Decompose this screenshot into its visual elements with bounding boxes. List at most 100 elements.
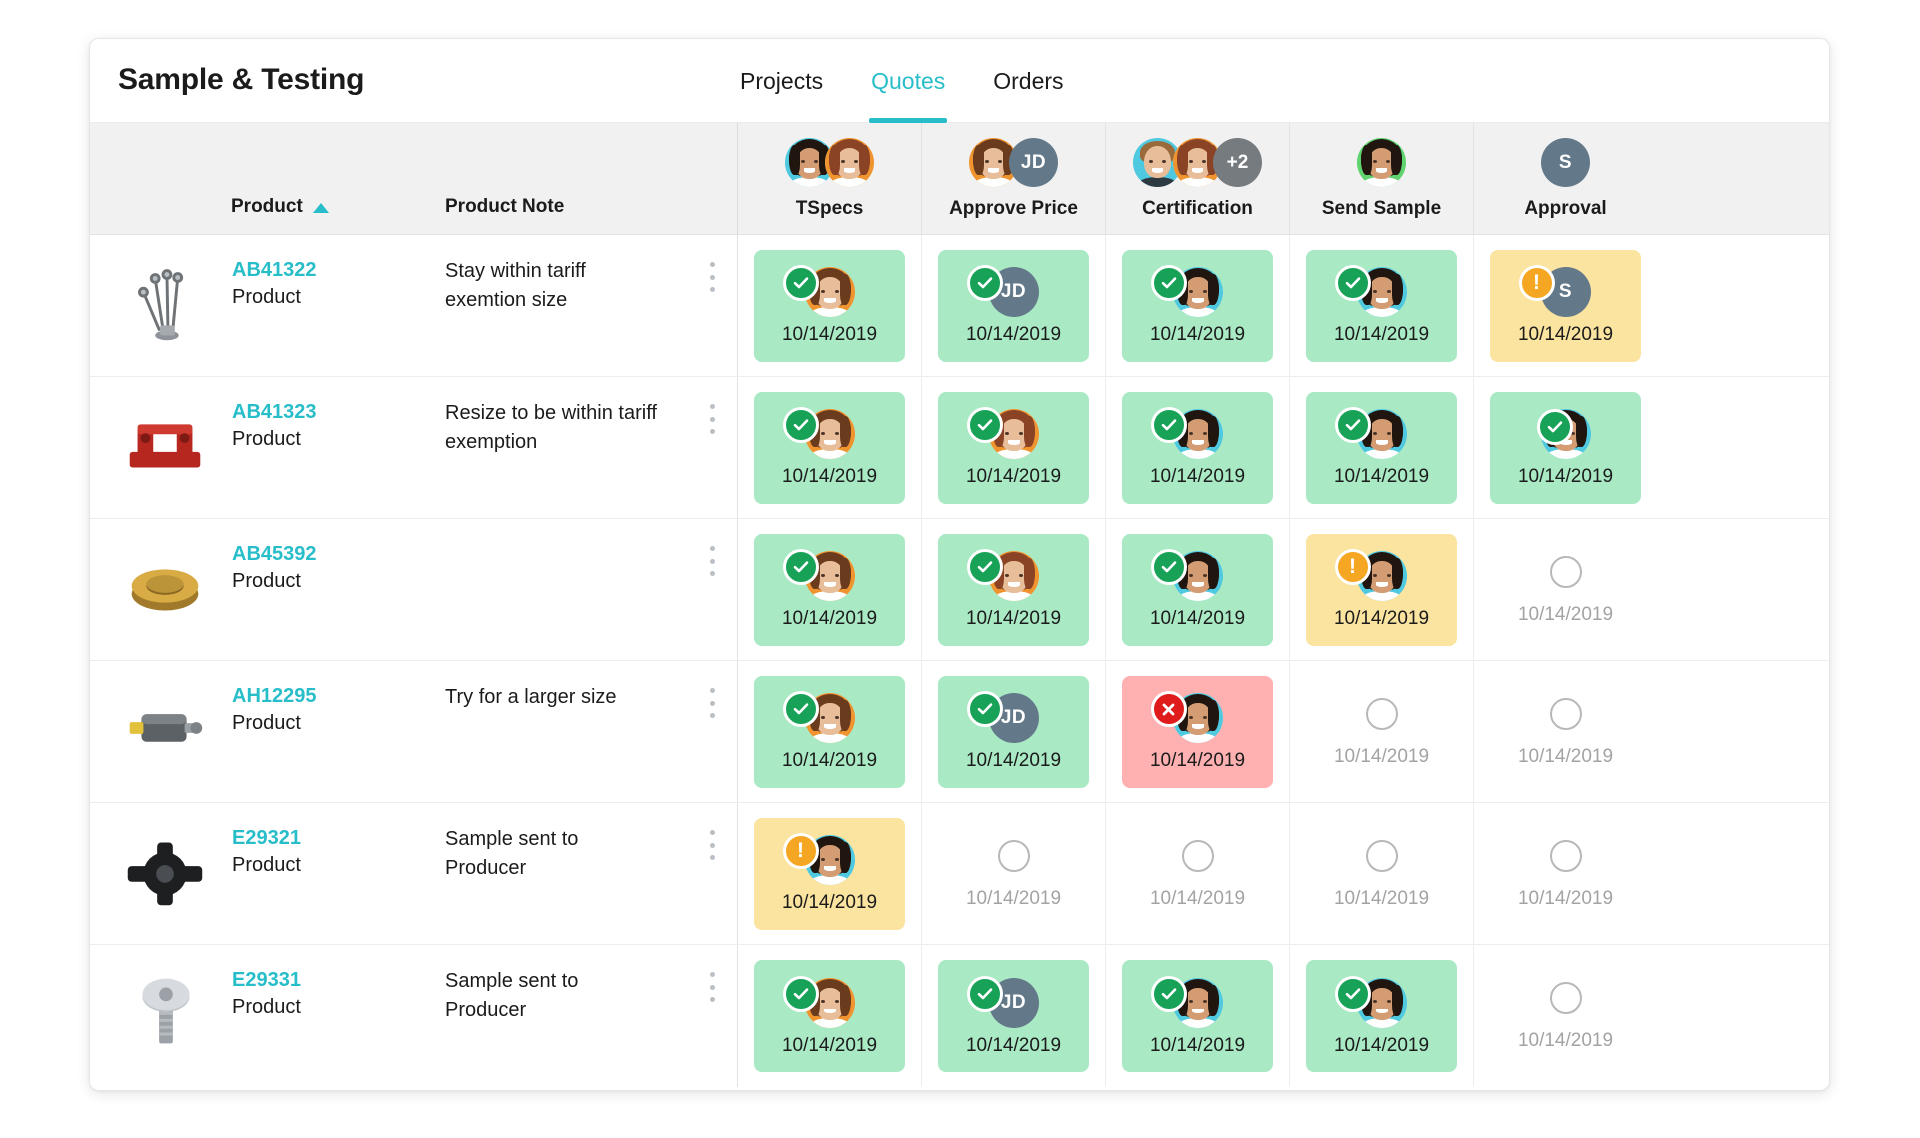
product-cell: AB45392 Product xyxy=(90,519,445,660)
column-header-send-sample[interactable]: Send Sample xyxy=(1289,123,1473,234)
row-overflow-menu-icon[interactable] xyxy=(701,685,723,721)
status-chip-done[interactable]: 10/14/2019 xyxy=(1490,391,1641,504)
status-avatar-group xyxy=(966,549,1039,601)
status-chip-done[interactable]: 10/14/2019 xyxy=(754,391,905,504)
status-chip-empty: 10/14/2019 xyxy=(1306,676,1457,788)
status-chip-empty: 10/14/2019 xyxy=(1490,818,1641,930)
status-cell-tspecs: 10/14/2019 xyxy=(737,661,921,802)
column-header-certification[interactable]: +2 Certification xyxy=(1105,123,1289,234)
empty-circle-icon xyxy=(1365,697,1398,730)
status-cell-certification: 10/14/2019 xyxy=(1105,661,1289,802)
avatar-overflow-count: +2 xyxy=(1213,138,1262,187)
status-avatar-group: ! S xyxy=(1518,265,1591,317)
row-overflow-menu-icon[interactable] xyxy=(701,827,723,863)
tab-projects[interactable]: Projects xyxy=(738,39,825,123)
avatar-stack[interactable]: S xyxy=(1541,138,1590,187)
status-date: 10/14/2019 xyxy=(781,608,878,629)
status-chip-error[interactable]: 10/14/2019 xyxy=(1122,675,1273,788)
status-chip-done[interactable]: 10/14/2019 xyxy=(1306,391,1457,504)
avatar-stack[interactable]: JD xyxy=(969,138,1058,187)
status-chip-done[interactable]: 10/14/2019 xyxy=(754,960,905,1072)
product-id-link[interactable]: AB41322 xyxy=(232,257,317,284)
tab-orders[interactable]: Orders xyxy=(991,39,1065,123)
product-note-cell: Sample sent to Producer xyxy=(445,803,737,944)
status-chip-done[interactable]: 10/14/2019 xyxy=(1306,249,1457,362)
row-overflow-menu-icon[interactable] xyxy=(701,401,723,437)
status-date: 10/14/2019 xyxy=(1517,1030,1614,1051)
status-date: 10/14/2019 xyxy=(1149,750,1246,771)
status-chip-done[interactable]: JD 10/14/2019 xyxy=(938,675,1089,788)
status-date: 10/14/2019 xyxy=(965,750,1062,771)
status-avatar-group xyxy=(1536,409,1591,459)
status-chip-done[interactable]: 10/14/2019 xyxy=(754,249,905,362)
hex-bolt-icon xyxy=(116,963,214,1061)
check-icon xyxy=(1334,265,1371,301)
product-id-link[interactable]: E29321 xyxy=(232,825,301,852)
status-chip-done[interactable]: JD 10/14/2019 xyxy=(938,249,1089,362)
status-avatar-group xyxy=(782,691,855,743)
status-cell-approve-price: 10/14/2019 xyxy=(921,377,1105,518)
status-cell-approve-price: JD 10/14/2019 xyxy=(921,235,1105,376)
status-chip-done[interactable]: 10/14/2019 xyxy=(938,391,1089,504)
check-icon xyxy=(782,549,819,585)
status-chip-done[interactable]: 10/14/2019 xyxy=(1122,391,1273,504)
status-cell-approve-price: JD 10/14/2019 xyxy=(921,945,1105,1087)
product-id-link[interactable]: E29331 xyxy=(232,967,301,994)
empty-circle-icon xyxy=(1549,697,1582,730)
product-cell: E29331 Product xyxy=(90,945,445,1087)
status-chip-done[interactable]: 10/14/2019 xyxy=(938,533,1089,646)
product-note-cell: Stay within tariff exemtion size xyxy=(445,235,737,376)
status-chip-done[interactable]: 10/14/2019 xyxy=(754,675,905,788)
product-subtitle: Product xyxy=(232,854,301,876)
status-chip-done[interactable]: 10/14/2019 xyxy=(754,533,905,646)
status-chip-done[interactable]: 10/14/2019 xyxy=(1122,249,1273,362)
status-chip-done[interactable]: 10/14/2019 xyxy=(1306,960,1457,1072)
check-icon xyxy=(782,407,819,443)
status-cell-certification: 10/14/2019 xyxy=(1105,519,1289,660)
status-chip-done[interactable]: JD 10/14/2019 xyxy=(938,960,1089,1072)
avatar-stack[interactable] xyxy=(785,138,874,187)
status-cell-approval: ! S 10/14/2019 xyxy=(1473,235,1657,376)
empty-circle-icon xyxy=(1549,982,1582,1014)
status-chip-warn[interactable]: ! 10/14/2019 xyxy=(1306,533,1457,646)
column-header-approval[interactable]: S Approval xyxy=(1473,123,1657,234)
row-overflow-menu-icon[interactable] xyxy=(701,259,723,295)
row-overflow-menu-icon[interactable] xyxy=(701,543,723,579)
status-chip-warn[interactable]: ! 10/14/2019 xyxy=(754,817,905,930)
check-icon xyxy=(1150,265,1187,301)
table-row: AB45392 Product 10/14/2019 10/14/2019 10/14/… xyxy=(90,519,1829,661)
row-overflow-menu-icon[interactable] xyxy=(701,969,723,1005)
status-chip-warn[interactable]: ! S 10/14/2019 xyxy=(1490,249,1641,362)
column-header-product[interactable]: Product xyxy=(90,123,445,234)
triangle-up-icon[interactable] xyxy=(312,203,329,213)
column-header-product-note[interactable]: Product Note xyxy=(445,123,737,234)
status-chip-done[interactable]: 10/14/2019 xyxy=(1122,960,1273,1072)
avatar-stack[interactable] xyxy=(1357,138,1406,187)
empty-circle-icon xyxy=(997,839,1030,872)
empty-circle-icon xyxy=(1549,839,1582,872)
status-chip-done[interactable]: 10/14/2019 xyxy=(1122,533,1273,646)
status-avatar-group xyxy=(966,407,1039,459)
status-date: 10/14/2019 xyxy=(781,324,878,345)
product-id-link[interactable]: AB45392 xyxy=(232,541,317,568)
table-row: AH12295 Product Try for a larger size 10/14… xyxy=(90,661,1829,803)
status-date: 10/14/2019 xyxy=(781,1034,878,1056)
status-date: 10/14/2019 xyxy=(781,892,878,913)
status-date: 10/14/2019 xyxy=(1149,466,1246,487)
status-cell-approve-price: 10/14/2019 xyxy=(921,519,1105,660)
product-id-link[interactable]: AH12295 xyxy=(232,683,317,710)
product-id-link[interactable]: AB41323 xyxy=(232,399,317,426)
avatar-stack[interactable]: +2 xyxy=(1133,138,1262,187)
product-note-text: Try for a larger size xyxy=(445,686,617,708)
status-chip-empty: 10/14/2019 xyxy=(1490,534,1641,646)
status-date: 10/14/2019 xyxy=(1333,887,1430,909)
alert-icon: ! xyxy=(782,833,819,869)
status-date: 10/14/2019 xyxy=(1149,324,1246,345)
column-header-tspecs[interactable]: TSpecs xyxy=(737,123,921,234)
status-avatar-group xyxy=(1334,265,1407,317)
check-icon xyxy=(1150,549,1187,585)
quotes-table: Product Product Note TSpecs JD Approve Price… xyxy=(90,123,1829,1087)
column-header-approve-price[interactable]: JD Approve Price xyxy=(921,123,1105,234)
status-date: 10/14/2019 xyxy=(1517,603,1614,625)
tab-quotes[interactable]: Quotes xyxy=(869,39,948,123)
